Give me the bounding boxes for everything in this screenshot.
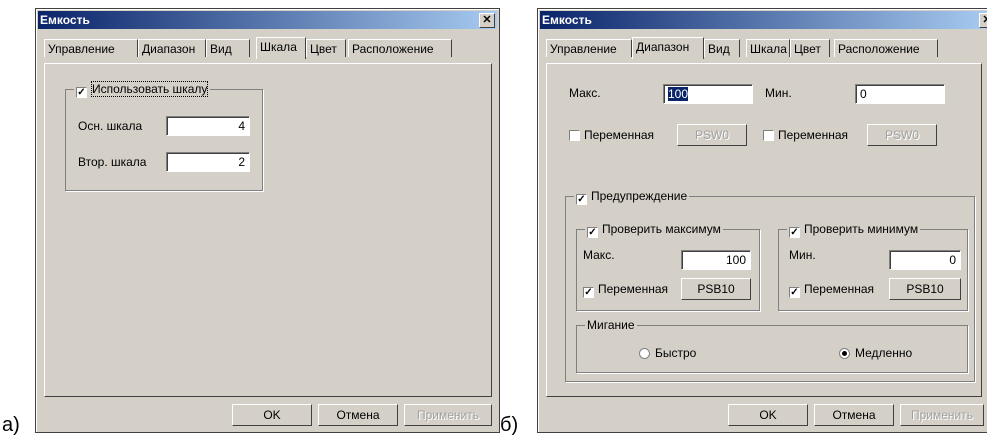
min-variable-label: Переменная bbox=[778, 128, 848, 142]
warn-min-input[interactable]: 0 bbox=[889, 250, 961, 270]
radio-on-icon bbox=[839, 348, 850, 359]
check-min-checkbox[interactable]: ✓ Проверить минимум bbox=[787, 222, 921, 238]
main-scale-input[interactable]: 4 bbox=[166, 116, 250, 136]
cancel-button[interactable]: Отмена bbox=[814, 404, 894, 426]
blink-legend: Мигание bbox=[585, 318, 637, 332]
cancel-button[interactable]: Отмена bbox=[318, 404, 398, 426]
max-value: 100 bbox=[668, 87, 689, 101]
radio-off-icon bbox=[639, 348, 650, 359]
title-bar: Емкость ✕ bbox=[38, 11, 497, 29]
tab-scale[interactable]: Шкала bbox=[256, 37, 306, 59]
check-min-label: Проверить минимум bbox=[804, 222, 919, 236]
min-variable-checkbox[interactable]: Переменная bbox=[763, 128, 848, 142]
warn-min-label: Мин. bbox=[789, 248, 816, 262]
blink-group: Мигание Быстро Медленно bbox=[576, 318, 968, 373]
main-scale-label: Осн. шкала bbox=[78, 119, 143, 133]
warn-min-variable-label: Переменная bbox=[804, 282, 874, 296]
fast-label: Быстро bbox=[655, 346, 697, 360]
warning-checkbox[interactable]: ✓ Предупреждение bbox=[574, 189, 690, 205]
max-variable-checkbox[interactable]: Переменная bbox=[569, 128, 654, 142]
tab-range[interactable]: Диапазон bbox=[632, 37, 704, 59]
use-scale-checkbox[interactable]: ✓ Использовать шкалу bbox=[74, 81, 211, 98]
title-bar: Емкость ✕ bbox=[540, 11, 987, 29]
tab-scale[interactable]: Шкала bbox=[746, 39, 790, 57]
caption-b: б) bbox=[500, 414, 519, 436]
check-max-label: Проверить максимум bbox=[602, 222, 721, 236]
tab-position[interactable]: Расположение bbox=[348, 39, 452, 57]
tab-range[interactable]: Диапазон bbox=[138, 39, 206, 57]
min-label: Мин. bbox=[765, 86, 792, 100]
min-input[interactable]: 0 bbox=[855, 84, 945, 104]
tab-color[interactable]: Цвет bbox=[306, 39, 346, 57]
tab-control[interactable]: Управление bbox=[546, 39, 632, 57]
dialog-window-right: Емкость ✕ Управление Диапазон Вид Шкала … bbox=[537, 8, 987, 433]
psb-min-button[interactable]: PSB10 bbox=[889, 278, 961, 300]
tab-view[interactable]: Вид bbox=[704, 39, 740, 57]
window-title: Емкость bbox=[40, 13, 90, 27]
caption-a: а) bbox=[2, 414, 20, 436]
tab-panel: Макс. 100 Мин. 0 Переменная PSW0 Перемен… bbox=[546, 63, 982, 397]
warning-group: ✓ Предупреждение ✓ Проверить максимум Макс… bbox=[565, 189, 975, 382]
max-input[interactable]: 100 bbox=[663, 84, 753, 104]
check-max-group: ✓ Проверить максимум Макс. 100 ✓ Переменна… bbox=[576, 222, 760, 311]
tab-position[interactable]: Расположение bbox=[834, 39, 938, 57]
close-icon[interactable]: ✕ bbox=[479, 13, 495, 28]
warn-max-input[interactable]: 100 bbox=[681, 250, 751, 270]
psw-min-button[interactable]: PSW0 bbox=[867, 124, 937, 146]
max-variable-label: Переменная bbox=[584, 128, 654, 142]
second-scale-label: Втор. шкала bbox=[78, 155, 147, 169]
tab-panel: ✓ Использовать шкалу Осн. шкала 4 Втор. ш… bbox=[44, 63, 492, 397]
apply-button[interactable]: Применить bbox=[900, 404, 984, 426]
second-scale-input[interactable]: 2 bbox=[166, 152, 250, 172]
tab-view[interactable]: Вид bbox=[206, 39, 250, 57]
slow-label: Медленно bbox=[855, 346, 913, 360]
warn-max-label: Макс. bbox=[583, 248, 615, 262]
warning-label: Предупреждение bbox=[591, 189, 688, 203]
close-icon[interactable]: ✕ bbox=[979, 13, 987, 28]
psw-max-button[interactable]: PSW0 bbox=[677, 124, 747, 146]
ok-button[interactable]: OK bbox=[728, 404, 808, 426]
window-title: Емкость bbox=[542, 13, 592, 27]
warn-min-variable-checkbox[interactable]: ✓ Переменная bbox=[789, 282, 874, 298]
tab-color[interactable]: Цвет bbox=[790, 39, 830, 57]
tab-control[interactable]: Управление bbox=[44, 39, 138, 57]
warn-max-variable-label: Переменная bbox=[598, 282, 668, 296]
max-label: Макс. bbox=[569, 86, 601, 100]
dialog-window-left: Емкость ✕ Управление Диапазон Вид Шкала … bbox=[35, 8, 500, 433]
checkbox-check-icon: ✓ bbox=[76, 87, 87, 98]
warn-max-variable-checkbox[interactable]: ✓ Переменная bbox=[583, 282, 668, 298]
check-max-checkbox[interactable]: ✓ Проверить максимум bbox=[585, 222, 723, 238]
ok-button[interactable]: OK bbox=[232, 404, 312, 426]
use-scale-label: Использовать шкалу bbox=[91, 81, 209, 97]
blink-slow-radio[interactable]: Медленно bbox=[839, 346, 912, 360]
blink-fast-radio[interactable]: Быстро bbox=[639, 346, 696, 360]
apply-button[interactable]: Применить bbox=[404, 404, 492, 426]
use-scale-group: ✓ Использовать шкалу Осн. шкала 4 Втор. ш… bbox=[65, 81, 263, 191]
check-min-group: ✓ Проверить минимум Мин. 0 ✓ Переменная PS… bbox=[778, 222, 968, 311]
psb-max-button[interactable]: PSB10 bbox=[681, 278, 751, 300]
